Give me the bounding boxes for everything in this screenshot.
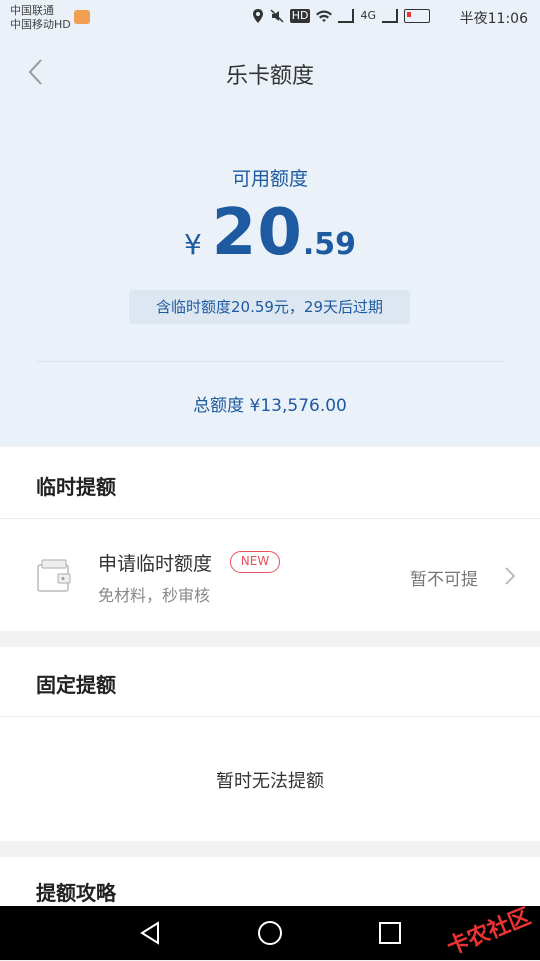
divider	[36, 361, 504, 362]
temp-credit-note: 含临时额度20.59元，29天后过期	[129, 290, 410, 324]
wallet-icon	[37, 559, 71, 592]
home-nav-icon[interactable]	[257, 920, 283, 946]
new-badge: NEW	[230, 551, 280, 573]
status-bar: 中国联通 中国移动HD HD 4G 半夜11:06	[0, 0, 540, 36]
clock: 半夜11:06	[459, 11, 528, 27]
signal-icon-2	[382, 9, 398, 23]
network-type: 4G	[360, 9, 376, 22]
watermark: 卡农社区	[443, 904, 535, 961]
recents-nav-icon[interactable]	[377, 920, 403, 946]
available-credit-label: 可用额度	[231, 168, 308, 190]
navigation-bar: 卡农社区	[0, 904, 540, 960]
divider	[0, 716, 540, 717]
signal-icon-1	[338, 9, 355, 23]
fixed-raise-section: 固定提额 暂时无法提额	[0, 647, 540, 841]
credit-header: 乐卡额度 可用额度 ¥20.59 含临时额度20.59元，29天后过期 总额度 …	[0, 36, 540, 446]
apply-temp-credit-title: 申请临时额度	[98, 553, 213, 575]
temp-raise-title: 临时提额	[36, 475, 116, 499]
location-icon	[252, 9, 264, 23]
fixed-raise-title: 固定提额	[36, 673, 116, 697]
carrier-1: 中国联通	[10, 4, 54, 17]
apply-temp-credit-row[interactable]: 申请临时额度 NEW 免材料，秒审核 暂不可提	[0, 519, 540, 631]
hd-icon: HD	[289, 9, 311, 23]
raise-strategy-title: 提额攻略	[36, 881, 116, 905]
page-title: 乐卡额度	[225, 64, 314, 89]
back-nav-icon[interactable]	[138, 920, 164, 946]
battery-icon	[404, 9, 430, 23]
total-credit: 总额度 ¥13,576.00	[193, 396, 347, 416]
status-icons: HD 4G	[252, 9, 430, 23]
carrier-2: 中国移动HD	[10, 18, 71, 31]
carrier-info: 中国联通 中国移动HD	[10, 4, 71, 32]
wifi-icon	[316, 9, 333, 23]
currency-symbol: ¥	[183, 228, 202, 261]
no-raise-message: 暂时无法提额	[216, 771, 324, 792]
notification-app-icon	[74, 10, 90, 24]
amount-decimal: .59	[302, 227, 357, 262]
apply-status: 暂不可提	[410, 570, 478, 590]
chevron-right-icon	[505, 567, 516, 585]
available-amount: ¥20.59	[0, 196, 540, 270]
apply-temp-credit-subtitle: 免材料，秒审核	[98, 586, 211, 605]
temp-raise-section: 临时提额 申请临时额度 NEW 免材料，秒审核 暂不可提	[0, 447, 540, 631]
mute-icon	[270, 9, 284, 23]
amount-integer: 20	[211, 196, 303, 270]
